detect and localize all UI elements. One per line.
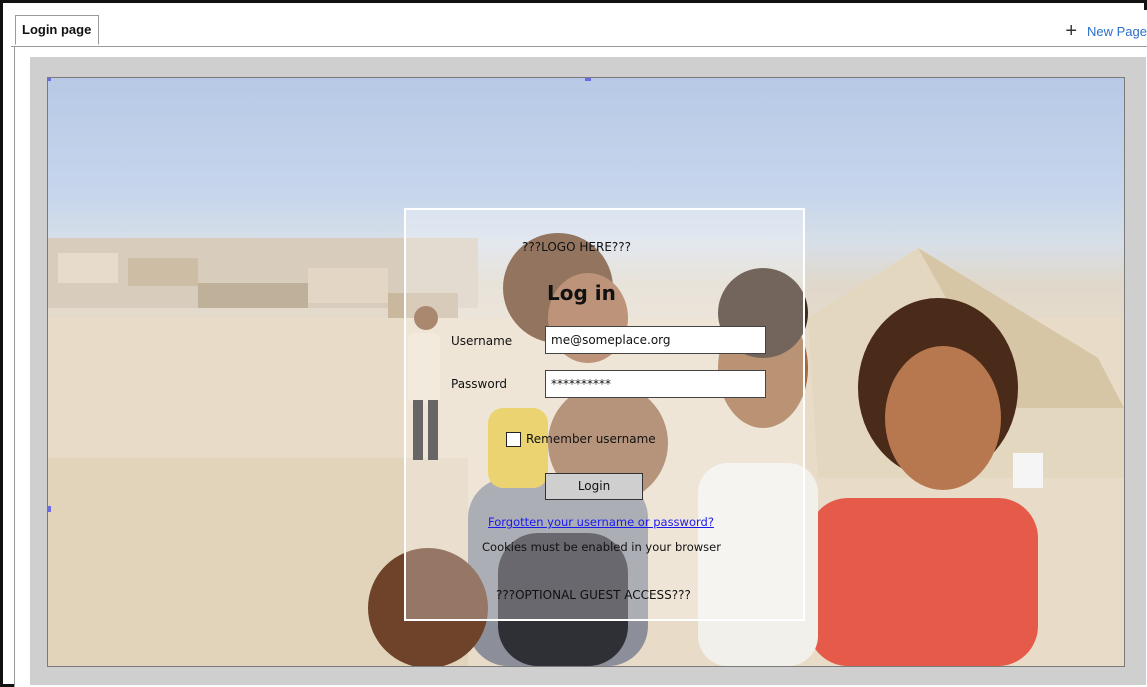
new-page-button[interactable]: + New Page — [1065, 19, 1147, 43]
password-input[interactable]: ********** — [545, 370, 766, 398]
login-panel: ???LOGO HERE??? Log in Username me@somep… — [404, 208, 805, 621]
username-input[interactable]: me@someplace.org — [545, 326, 766, 354]
cookies-note: Cookies must be enabled in your browser — [482, 540, 721, 554]
login-button-label: Login — [577, 479, 611, 493]
selection-handle-corner[interactable] — [48, 78, 51, 81]
login-heading: Log in — [547, 281, 616, 305]
password-label: Password — [451, 377, 508, 391]
remember-checkbox[interactable] — [506, 432, 521, 447]
tab-login-page[interactable]: Login page — [15, 15, 99, 45]
plus-icon: + — [1065, 20, 1078, 42]
login-mockup-canvas[interactable]: ???LOGO HERE??? Log in Username me@somep… — [47, 77, 1125, 667]
guest-access-placeholder: ???OPTIONAL GUEST ACCESS??? — [496, 588, 691, 602]
selection-handle-left[interactable] — [48, 506, 51, 512]
forgot-credentials-link[interactable]: Forgotten your username or password? — [488, 515, 714, 529]
new-page-label: New Page — [1087, 23, 1147, 39]
logo-placeholder: ???LOGO HERE??? — [522, 240, 632, 254]
remember-label: Remember username — [526, 432, 656, 446]
login-button[interactable]: Login — [545, 473, 643, 500]
page-tab-bar: Login page + New Page — [11, 10, 1147, 47]
selection-handle-top[interactable] — [585, 78, 591, 81]
username-label: Username — [451, 334, 513, 348]
